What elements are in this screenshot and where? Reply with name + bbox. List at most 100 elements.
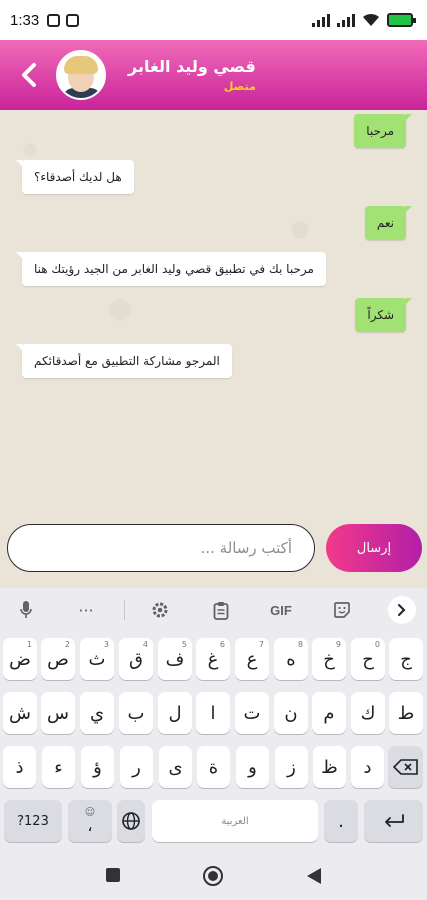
comma-label: ، [87, 816, 93, 835]
mic-button[interactable] [14, 598, 38, 622]
key-number-hint: 1 [26, 640, 32, 649]
message-bubble-outgoing: نعم [364, 206, 413, 240]
chat-header: قصي وليد الغابر متصل [0, 40, 427, 110]
composer: أكتب رسالة ... إرسال [0, 518, 427, 580]
key[interactable]: ة [197, 746, 230, 788]
back-triangle-icon [307, 868, 321, 884]
key[interactable]: ذ [3, 746, 36, 788]
key[interactable]: ش [3, 692, 37, 734]
key-number-hint: 0 [374, 640, 380, 649]
send-button[interactable]: إرسال [326, 524, 422, 572]
key[interactable]: ى [159, 746, 192, 788]
contact-name: قصي وليد الغابر [128, 57, 256, 76]
message-bubble-incoming: المرجو مشاركة التطبيق مع أصدقائكم [16, 344, 232, 378]
key[interactable]: س [41, 692, 75, 734]
contact-status: متصل [223, 80, 256, 93]
key[interactable]: ل [158, 692, 192, 734]
recent-apps-square-icon [106, 868, 120, 882]
key[interactable]: و [236, 746, 269, 788]
key-label: ج [400, 648, 412, 670]
key[interactable]: ق4 [119, 638, 153, 680]
key[interactable]: ع7 [235, 638, 269, 680]
key[interactable]: ء [42, 746, 75, 788]
gif-label: GIF [270, 602, 292, 618]
more-icon: ··· [78, 600, 94, 620]
navigation-bar [0, 850, 427, 900]
symbols-key-label: ?123 [17, 813, 49, 829]
key[interactable]: ر [120, 746, 153, 788]
key[interactable]: ح0 [351, 638, 385, 680]
key-label: خ [323, 648, 335, 670]
recent-apps-button[interactable] [105, 867, 121, 883]
sticker-button[interactable] [330, 598, 354, 622]
gif-button[interactable]: GIF [266, 598, 296, 622]
back-button[interactable] [16, 60, 42, 90]
space-key[interactable]: العربية [152, 800, 318, 842]
keyboard: ··· GIF ض 1 ص 2 ث 3 ق 4 ف 5 غ 6 ع 7 ه 8 … [0, 588, 427, 850]
more-button[interactable]: ··· [74, 598, 98, 622]
language-key[interactable] [117, 800, 145, 842]
avatar[interactable] [56, 50, 106, 100]
key-label: ف [165, 648, 185, 670]
chevron-left-icon [22, 63, 36, 87]
message-bubble-incoming: مرحبا بك في تطبيق قصي وليد الغابر من الج… [16, 252, 326, 286]
clipboard-button[interactable] [209, 598, 233, 622]
key-number-hint: 6 [219, 640, 225, 649]
key[interactable]: ت [235, 692, 269, 734]
status-right-icons [312, 13, 416, 27]
enter-key[interactable] [364, 800, 423, 842]
key[interactable]: ن [274, 692, 308, 734]
key[interactable]: د [351, 746, 384, 788]
key[interactable]: ؤ [81, 746, 114, 788]
key[interactable]: ط [389, 692, 423, 734]
key[interactable]: ث3 [80, 638, 114, 680]
key[interactable]: م [312, 692, 346, 734]
key-number-hint: 7 [258, 640, 264, 649]
settings-icon [152, 602, 168, 618]
home-circle-icon [203, 866, 223, 886]
back-nav-button[interactable] [306, 867, 322, 885]
key[interactable]: ض1 [3, 638, 37, 680]
backspace-icon [392, 759, 418, 775]
key-label: ع [246, 648, 258, 670]
key-label: ض [9, 648, 31, 670]
key[interactable]: ص2 [41, 638, 75, 680]
key[interactable]: ف5 [158, 638, 192, 680]
home-button[interactable] [202, 865, 224, 887]
status-time: 1:33 [10, 11, 40, 29]
chat-area[interactable]: مرحبا هل لديك أصدقاء؟ نعم مرحبا بك في تط… [0, 110, 427, 588]
send-button-label: إرسال [356, 540, 392, 556]
message-input[interactable]: أكتب رسالة ... [7, 524, 315, 572]
key[interactable]: ا [196, 692, 230, 734]
key-number-hint: 8 [297, 640, 303, 649]
key[interactable]: ز [275, 746, 308, 788]
square-notification-icon [66, 13, 80, 27]
battery-charging-icon [387, 13, 416, 27]
key[interactable]: ب [119, 692, 153, 734]
wifi-icon [363, 13, 379, 26]
key[interactable]: ي [80, 692, 114, 734]
emoji-comma-key[interactable]: ☺ ، [68, 800, 112, 842]
key-number-hint: 5 [181, 640, 187, 649]
space-key-label: العربية [221, 815, 249, 827]
key-number-hint: 3 [103, 640, 109, 649]
symbols-key[interactable]: ?123 [4, 800, 62, 842]
key-number-hint: 4 [142, 640, 148, 649]
key[interactable]: خ9 [312, 638, 346, 680]
key-label: غ [207, 648, 219, 670]
key-label: ص [47, 648, 69, 670]
settings-button[interactable] [148, 598, 172, 622]
key-label: ق [129, 648, 143, 670]
key[interactable]: ظ [313, 746, 346, 788]
key[interactable]: ج [389, 638, 423, 680]
key[interactable]: ك [351, 692, 385, 734]
period-key[interactable]: . [324, 800, 358, 842]
toolbar-divider [124, 600, 125, 620]
status-notification-icons [47, 13, 80, 27]
message-bubble-incoming: هل لديك أصدقاء؟ [16, 160, 134, 194]
key[interactable]: ه8 [274, 638, 308, 680]
clipboard-icon [213, 601, 229, 620]
key[interactable]: غ6 [196, 638, 230, 680]
backspace-key[interactable] [388, 746, 423, 788]
toolbar-expand-button[interactable] [388, 596, 416, 624]
